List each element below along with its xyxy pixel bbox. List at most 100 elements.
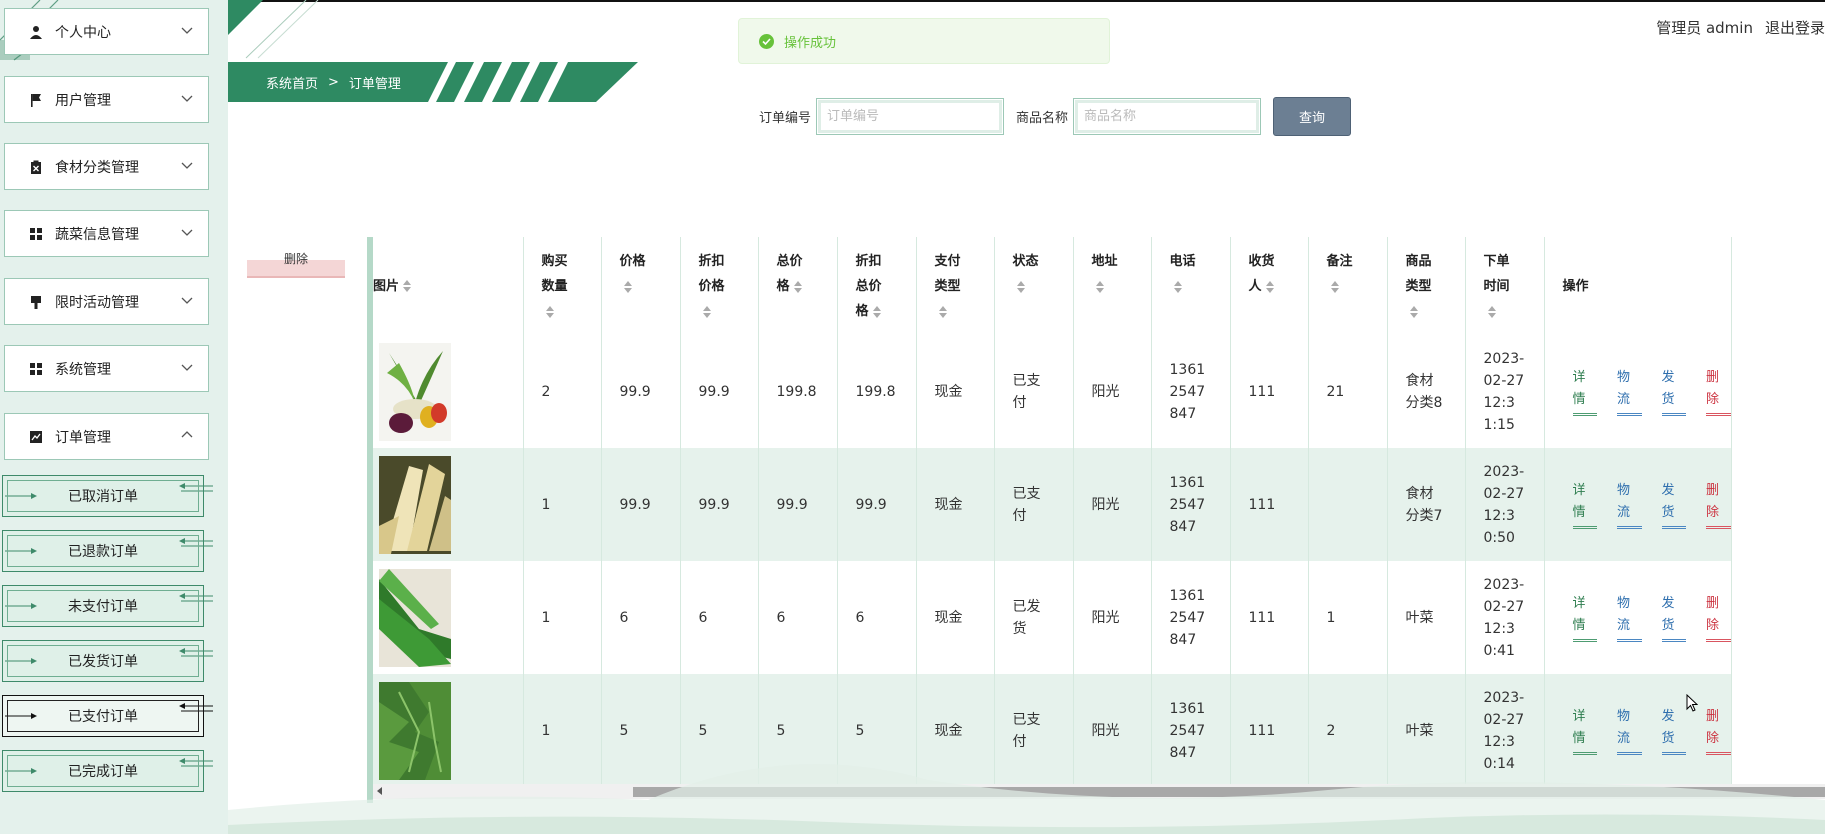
ship-button[interactable]: 发货 bbox=[1661, 593, 1686, 642]
cell-pay-type: 现金 bbox=[916, 335, 995, 448]
sidebar-item-vegetable-info[interactable]: 蔬菜信息管理 bbox=[4, 210, 209, 257]
sidebar: 个人中心 用户管理 食材分类管理 蔬菜信息管理 限时活动管理 系统管理 订单管理… bbox=[0, 0, 228, 834]
cell-address: 阳光 bbox=[1073, 448, 1152, 561]
cell-product-type: 食材 分类8 bbox=[1387, 335, 1466, 448]
submenu-unpaid-orders[interactable]: 未支付订单 bbox=[2, 585, 213, 627]
cell-receiver: 111 bbox=[1230, 448, 1309, 561]
chevron-down-icon bbox=[181, 297, 193, 304]
logistics-button[interactable]: 物流 bbox=[1617, 593, 1642, 642]
table-row: 1 6 6 6 6 现金 已发货 阳光 1361 2547 847 111 1 叶菜… bbox=[373, 561, 1732, 674]
col-address[interactable]: 地址 bbox=[1073, 237, 1152, 335]
submenu-label: 未支付订单 bbox=[68, 599, 138, 615]
detail-button[interactable]: 详情 bbox=[1572, 593, 1597, 642]
sidebar-item-system[interactable]: 系统管理 bbox=[4, 345, 209, 392]
detail-button[interactable]: 详情 bbox=[1572, 367, 1597, 416]
cell-discount-price: 6 bbox=[680, 561, 759, 674]
col-order-time[interactable]: 下单 时间 bbox=[1465, 237, 1545, 335]
arrow-decoration-icon bbox=[179, 648, 213, 657]
sort-icon[interactable] bbox=[872, 305, 881, 318]
sort-icon[interactable] bbox=[545, 305, 554, 318]
success-toast: 操作成功 bbox=[738, 18, 1110, 64]
arrow-decoration-icon bbox=[179, 758, 213, 767]
sort-icon[interactable] bbox=[1409, 305, 1418, 318]
submenu-label: 已取消订单 bbox=[68, 489, 138, 505]
cell-discount-total: 6 bbox=[837, 561, 917, 674]
sort-icon[interactable] bbox=[1265, 280, 1274, 293]
user-bar: 管理员 admin 退出登录 bbox=[1656, 17, 1825, 38]
col-price[interactable]: 价格 bbox=[601, 237, 681, 335]
submenu-completed-orders[interactable]: 已完成订单 bbox=[2, 750, 213, 792]
logistics-button[interactable]: 物流 bbox=[1617, 480, 1642, 529]
logout-link[interactable]: 退出登录 bbox=[1765, 17, 1825, 38]
sidebar-item-label: 食材分类管理 bbox=[55, 159, 139, 176]
arrow-decoration-icon bbox=[179, 593, 213, 602]
sort-icon[interactable] bbox=[1016, 280, 1025, 293]
ship-button[interactable]: 发货 bbox=[1661, 480, 1686, 529]
sidebar-item-label: 限时活动管理 bbox=[55, 294, 139, 311]
col-image[interactable]: 图片 bbox=[373, 237, 524, 335]
chevron-down-icon bbox=[181, 27, 193, 34]
order-no-input[interactable] bbox=[816, 98, 1005, 135]
clipboard-x-icon bbox=[27, 159, 45, 175]
sort-icon[interactable] bbox=[623, 280, 632, 293]
delete-button[interactable]: 删除 bbox=[1706, 367, 1731, 416]
chevron-down-icon bbox=[181, 364, 193, 371]
bamboo-shoot-photo bbox=[379, 455, 451, 554]
sidebar-item-label: 蔬菜信息管理 bbox=[55, 226, 139, 243]
col-status[interactable]: 状态 bbox=[994, 237, 1074, 335]
col-pay-type[interactable]: 支付 类型 bbox=[916, 237, 995, 335]
submenu-cancelled-orders[interactable]: 已取消订单 bbox=[2, 475, 213, 517]
cell-quantity: 1 bbox=[523, 448, 602, 561]
sort-icon[interactable] bbox=[1095, 280, 1104, 293]
delete-button[interactable]: 删除 bbox=[1706, 480, 1731, 529]
sidebar-item-ingredient-category[interactable]: 食材分类管理 bbox=[4, 143, 209, 190]
cell-total-price: 99.9 bbox=[758, 448, 838, 561]
mouse-cursor-icon bbox=[1686, 694, 1698, 712]
col-quantity[interactable]: 购买 数量 bbox=[523, 237, 602, 335]
grid-icon bbox=[27, 226, 45, 242]
col-receiver[interactable]: 收货人 bbox=[1230, 237, 1309, 335]
product-name-input[interactable] bbox=[1073, 98, 1262, 135]
detail-button[interactable]: 详情 bbox=[1572, 480, 1597, 529]
sort-icon[interactable] bbox=[938, 305, 947, 318]
chevron-down-icon bbox=[181, 229, 193, 236]
col-total-price[interactable]: 总价格 bbox=[758, 237, 838, 335]
sort-icon[interactable] bbox=[1487, 305, 1496, 318]
sidebar-item-profile[interactable]: 个人中心 bbox=[4, 8, 209, 55]
logistics-button[interactable]: 物流 bbox=[1617, 367, 1642, 416]
sort-icon[interactable] bbox=[1330, 280, 1339, 293]
delete-button[interactable]: 删除 bbox=[1706, 593, 1731, 642]
col-product-type[interactable]: 商品 类型 bbox=[1387, 237, 1466, 335]
cell-phone: 1361 2547 847 bbox=[1151, 561, 1231, 674]
sort-icon[interactable] bbox=[1173, 280, 1182, 293]
submenu-paid-orders[interactable]: 已支付订单 bbox=[2, 695, 213, 737]
cell-status: 已发货 bbox=[994, 561, 1074, 674]
col-discount-price[interactable]: 折扣 价格 bbox=[680, 237, 759, 335]
table-row: 1 99.9 99.9 99.9 99.9 现金 已支付 阳光 1361 2547… bbox=[373, 448, 1732, 561]
col-note[interactable]: 备注 bbox=[1308, 237, 1388, 335]
order-no-label: 订单编号 bbox=[759, 111, 812, 126]
breadcrumb-home[interactable]: 系统首页 bbox=[266, 73, 318, 92]
batch-delete-button[interactable]: 删除 bbox=[247, 252, 345, 278]
col-discount-total[interactable]: 折扣 总价格 bbox=[837, 237, 917, 335]
toast-message: 操作成功 bbox=[784, 35, 837, 51]
user-name: 管理员 admin bbox=[1656, 19, 1753, 37]
col-phone[interactable]: 电话 bbox=[1151, 237, 1231, 335]
cell-discount-price: 99.9 bbox=[680, 448, 759, 561]
submenu-label: 已退款订单 bbox=[68, 544, 138, 560]
breadcrumb: 系统首页 > 订单管理 bbox=[228, 62, 401, 102]
cell-image bbox=[373, 448, 524, 561]
sort-icon[interactable] bbox=[403, 280, 412, 292]
sidebar-item-flash-sale[interactable]: 限时活动管理 bbox=[4, 278, 209, 325]
ship-button[interactable]: 发货 bbox=[1661, 367, 1686, 416]
chart-icon bbox=[27, 429, 45, 445]
sidebar-item-users[interactable]: 用户管理 bbox=[4, 76, 209, 123]
sort-icon[interactable] bbox=[702, 305, 711, 318]
arrow-decoration-icon bbox=[179, 483, 213, 492]
chive-photo bbox=[379, 568, 451, 667]
submenu-refunded-orders[interactable]: 已退款订单 bbox=[2, 530, 213, 572]
sidebar-item-orders[interactable]: 订单管理 bbox=[4, 413, 209, 460]
submenu-shipped-orders[interactable]: 已发货订单 bbox=[2, 640, 213, 682]
query-button[interactable]: 查询 bbox=[1273, 97, 1352, 136]
sort-icon[interactable] bbox=[793, 280, 802, 293]
